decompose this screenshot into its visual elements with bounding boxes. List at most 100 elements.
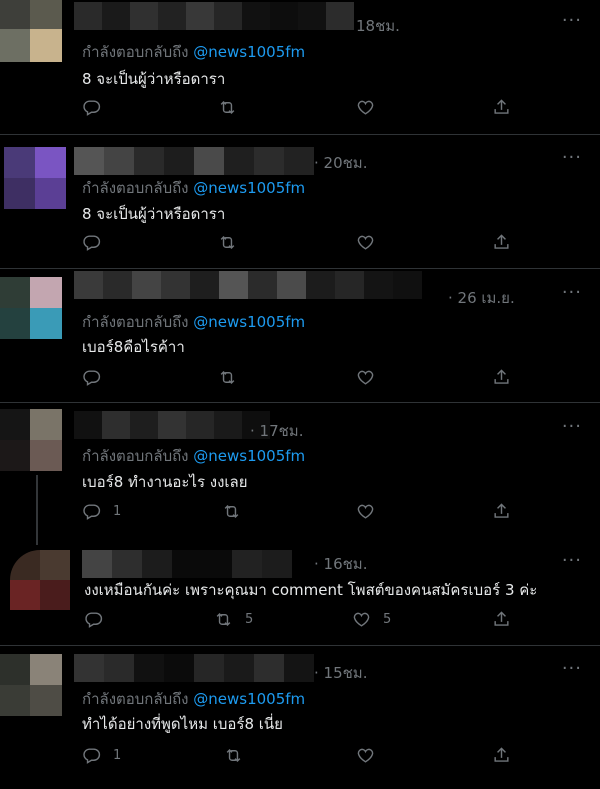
replying-to-label: กำลังตอบกลับถึง bbox=[82, 43, 189, 61]
replying-to-label: กำลังตอบกลับถึง bbox=[82, 447, 189, 465]
like-count: 5 bbox=[383, 612, 392, 627]
tweet-actions bbox=[0, 368, 600, 390]
reply-icon bbox=[85, 612, 103, 628]
tweet[interactable]: · 20ชม. ··· กำลังตอบกลับถึง @news1005fm … bbox=[0, 135, 600, 268]
tweet-text: เบอร์8 ทำงานอะไร งงเลย bbox=[82, 473, 248, 491]
blurred-username[interactable] bbox=[74, 2, 354, 30]
replying-to-label: กำลังตอบกลับถึง bbox=[82, 179, 189, 197]
replying-to-label: กำลังตอบกลับถึง bbox=[82, 690, 189, 708]
replying-to: กำลังตอบกลับถึง @news1005fm bbox=[82, 687, 305, 711]
tweet-actions: 5 5 bbox=[0, 610, 600, 632]
tweet[interactable]: · 26 เม.ย. ··· กำลังตอบกลับถึง @news1005… bbox=[0, 269, 600, 402]
more-options-button[interactable]: ··· bbox=[562, 416, 582, 437]
tweet-timestamp[interactable]: 18ชม. bbox=[356, 14, 400, 38]
tweet-timestamp[interactable]: · 16ชม. bbox=[314, 552, 367, 576]
tweet-actions: 1 bbox=[0, 746, 600, 768]
retweet-button[interactable] bbox=[224, 746, 243, 765]
avatar[interactable] bbox=[0, 0, 62, 62]
more-options-button[interactable]: ··· bbox=[562, 282, 582, 303]
replying-to: กำลังตอบกลับถึง @news1005fm bbox=[82, 40, 305, 64]
like-button[interactable] bbox=[356, 98, 375, 117]
retweet-button[interactable] bbox=[222, 502, 241, 521]
tweet-timestamp[interactable]: · 15ชม. bbox=[314, 661, 367, 685]
blurred-username[interactable] bbox=[74, 654, 314, 682]
avatar[interactable] bbox=[0, 277, 62, 339]
reply-handle-link[interactable]: @news1005fm bbox=[193, 447, 305, 465]
reply-button[interactable]: 1 bbox=[82, 502, 121, 521]
tweet-text: งงเหมือนกันค่ะ เพราะคุณมา comment โพสต์ข… bbox=[84, 581, 538, 599]
avatar[interactable] bbox=[4, 147, 66, 209]
retweet-icon bbox=[220, 100, 235, 115]
avatar[interactable] bbox=[10, 550, 70, 610]
share-icon bbox=[494, 369, 509, 384]
like-icon bbox=[357, 370, 374, 385]
avatar[interactable] bbox=[0, 409, 62, 471]
retweet-icon bbox=[226, 748, 241, 763]
like-icon bbox=[353, 612, 370, 627]
tweet-actions bbox=[0, 98, 600, 120]
retweet-button[interactable] bbox=[218, 368, 237, 387]
blurred-username[interactable] bbox=[74, 271, 422, 299]
tweet[interactable]: 18ชม. ··· กำลังตอบกลับถึง @news1005fm 8 … bbox=[0, 0, 600, 134]
blurred-username[interactable] bbox=[74, 411, 270, 439]
tweet-text: 8 จะเป็นผู้ว่าหรือดารา bbox=[82, 205, 226, 223]
share-button[interactable] bbox=[492, 233, 511, 252]
more-options-button[interactable]: ··· bbox=[562, 550, 582, 571]
share-icon bbox=[494, 503, 509, 518]
retweet-button[interactable] bbox=[218, 98, 237, 117]
tweet[interactable]: · 15ชม. ··· กำลังตอบกลับถึง @news1005fm … bbox=[0, 646, 600, 789]
replying-to: กำลังตอบกลับถึง @news1005fm bbox=[82, 310, 305, 334]
reply-count: 1 bbox=[113, 504, 122, 519]
reply-handle-link[interactable]: @news1005fm bbox=[193, 43, 305, 61]
replying-to: กำลังตอบกลับถึง @news1005fm bbox=[82, 444, 305, 468]
retweet-icon bbox=[224, 504, 239, 519]
reply-icon bbox=[83, 235, 101, 251]
reply-handle-link[interactable]: @news1005fm bbox=[193, 690, 305, 708]
like-button[interactable] bbox=[356, 502, 375, 521]
tweet-timestamp[interactable]: · 26 เม.ย. bbox=[448, 286, 515, 310]
retweet-icon bbox=[220, 370, 235, 385]
more-options-button[interactable]: ··· bbox=[562, 658, 582, 679]
tweet[interactable]: · 16ชม. ··· งงเหมือนกันค่ะ เพราะคุณมา co… bbox=[0, 540, 600, 645]
like-icon bbox=[357, 100, 374, 115]
share-button[interactable] bbox=[492, 746, 511, 765]
tweet-text: ทำได้อย่างที่พูดไหม เบอร์8 เนี่ย bbox=[82, 715, 283, 733]
replying-to-label: กำลังตอบกลับถึง bbox=[82, 313, 189, 331]
share-button[interactable] bbox=[492, 98, 511, 117]
share-button[interactable] bbox=[492, 502, 511, 521]
blurred-username[interactable] bbox=[74, 147, 314, 175]
reply-button[interactable] bbox=[82, 368, 101, 387]
like-button[interactable] bbox=[356, 746, 375, 765]
more-options-button[interactable]: ··· bbox=[562, 147, 582, 168]
more-options-button[interactable]: ··· bbox=[562, 10, 582, 31]
tweet-text: เบอร์8คือไรค้าา bbox=[82, 338, 185, 356]
replying-to: กำลังตอบกลับถึง @news1005fm bbox=[82, 176, 305, 200]
reply-icon bbox=[83, 748, 101, 764]
like-icon bbox=[357, 235, 374, 250]
reply-icon bbox=[83, 100, 101, 116]
blurred-username[interactable] bbox=[82, 550, 292, 578]
like-button[interactable] bbox=[356, 368, 375, 387]
retweet-icon bbox=[220, 235, 235, 250]
like-button[interactable] bbox=[356, 233, 375, 252]
reply-button[interactable] bbox=[82, 233, 101, 252]
reply-handle-link[interactable]: @news1005fm bbox=[193, 313, 305, 331]
like-icon bbox=[357, 504, 374, 519]
retweet-icon bbox=[216, 612, 231, 627]
reply-button[interactable] bbox=[82, 98, 101, 117]
retweet-button[interactable] bbox=[218, 233, 237, 252]
reply-handle-link[interactable]: @news1005fm bbox=[193, 179, 305, 197]
like-button[interactable]: 5 bbox=[352, 610, 391, 629]
reply-icon bbox=[83, 504, 101, 520]
share-button[interactable] bbox=[492, 368, 511, 387]
retweet-button[interactable]: 5 bbox=[214, 610, 253, 629]
share-button[interactable] bbox=[492, 610, 511, 629]
tweet[interactable]: · 17ชม. ··· กำลังตอบกลับถึง @news1005fm … bbox=[0, 403, 600, 545]
tweet-timestamp[interactable]: · 17ชม. bbox=[250, 419, 303, 443]
reply-button[interactable]: 1 bbox=[82, 746, 121, 765]
tweet-actions: 1 bbox=[0, 502, 600, 524]
tweet-timestamp[interactable]: · 20ชม. bbox=[314, 151, 367, 175]
avatar[interactable] bbox=[0, 654, 62, 716]
tweet-actions bbox=[0, 233, 600, 255]
reply-button[interactable] bbox=[84, 610, 103, 629]
